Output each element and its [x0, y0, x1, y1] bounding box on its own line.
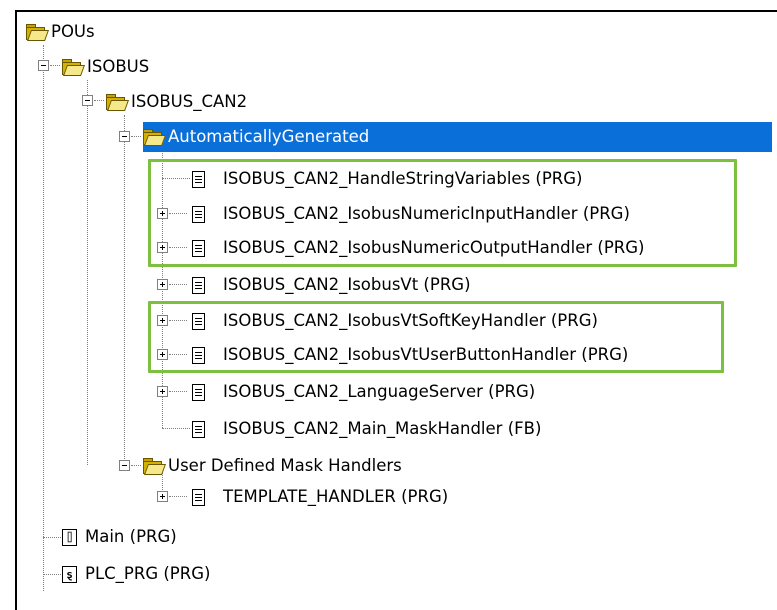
tree-node-label: ISOBUS [87, 57, 150, 76]
tree-node-label: User Defined Mask Handlers [168, 456, 402, 475]
folder-open-icon [143, 458, 167, 475]
tree-node-label: ISOBUS_CAN2_LanguageServer (PRG) [223, 382, 536, 401]
tree-node-label: POUs [51, 22, 95, 41]
tree-connector [124, 115, 125, 465]
document-icon [192, 277, 205, 294]
tree-node-language-server[interactable]: ISOBUS_CAN2_LanguageServer (PRG) [192, 377, 538, 407]
tree-connector [131, 465, 141, 466]
expand-toggle[interactable] [157, 279, 168, 290]
tree-node-pous[interactable]: POUs [26, 17, 98, 47]
folder-open-icon [26, 24, 50, 41]
tree-connector [131, 136, 141, 137]
tree-node-plc-prg[interactable]: ȿ PLC_PRG (PRG) [62, 559, 213, 589]
tree-connector [169, 496, 187, 497]
expand-toggle[interactable] [157, 491, 168, 502]
tree-connector [43, 574, 61, 575]
tree-node-template-handler[interactable]: TEMPLATE_HANDLER (PRG) [192, 482, 451, 512]
tree-node-main[interactable]: ⌷ Main (PRG) [62, 522, 180, 552]
highlight-box-group-1 [148, 159, 737, 267]
tree-node-label: PLC_PRG (PRG) [85, 564, 211, 583]
tree-node-isobus-vt[interactable]: ISOBUS_CAN2_IsobusVt (PRG) [192, 270, 474, 300]
tree-connector [43, 45, 44, 591]
tree-node-main-mask-handler[interactable]: ISOBUS_CAN2_Main_MaskHandler (FB) [192, 414, 544, 444]
collapse-toggle[interactable] [38, 60, 49, 71]
tree-node-label: TEMPLATE_HANDLER (PRG) [223, 487, 449, 506]
program-icon: ⌷ [62, 529, 77, 546]
tree-connector [43, 537, 61, 538]
tree-node-user-defined-mask-handlers[interactable]: User Defined Mask Handlers [143, 451, 405, 481]
tree-node-label: ISOBUS_CAN2_IsobusVt (PRG) [223, 275, 471, 294]
collapse-toggle[interactable] [82, 95, 93, 106]
tree-connector [162, 428, 190, 429]
tree-node-automatically-generated[interactable]: AutomaticallyGenerated [143, 122, 772, 152]
pou-tree: POUs ISOBUS ISOBUS_CAN2 AutomaticallyGen… [0, 0, 777, 600]
collapse-toggle[interactable] [119, 131, 130, 142]
tree-node-label: ISOBUS_CAN2 [131, 92, 248, 111]
expand-toggle[interactable] [157, 386, 168, 397]
collapse-toggle[interactable] [119, 460, 130, 471]
tree-connector [50, 65, 60, 66]
highlight-box-group-2 [148, 301, 724, 373]
tree-node-isobus-can2[interactable]: ISOBUS_CAN2 [106, 87, 250, 117]
tree-node-label: Main (PRG) [85, 527, 177, 546]
tree-node-isobus[interactable]: ISOBUS [62, 52, 152, 82]
tree-node-label: AutomaticallyGenerated [165, 122, 373, 152]
document-icon [192, 421, 205, 438]
tree-connector [94, 100, 104, 101]
folder-open-icon [62, 59, 86, 76]
document-icon [192, 384, 205, 401]
folder-open-icon [106, 94, 130, 111]
sfc-program-icon: ȿ [62, 566, 77, 583]
tree-connector [169, 284, 187, 285]
document-icon [192, 489, 205, 506]
tree-connector [87, 80, 88, 465]
folder-open-icon [143, 129, 167, 146]
tree-connector [169, 391, 187, 392]
tree-node-label: ISOBUS_CAN2_Main_MaskHandler (FB) [223, 419, 542, 438]
